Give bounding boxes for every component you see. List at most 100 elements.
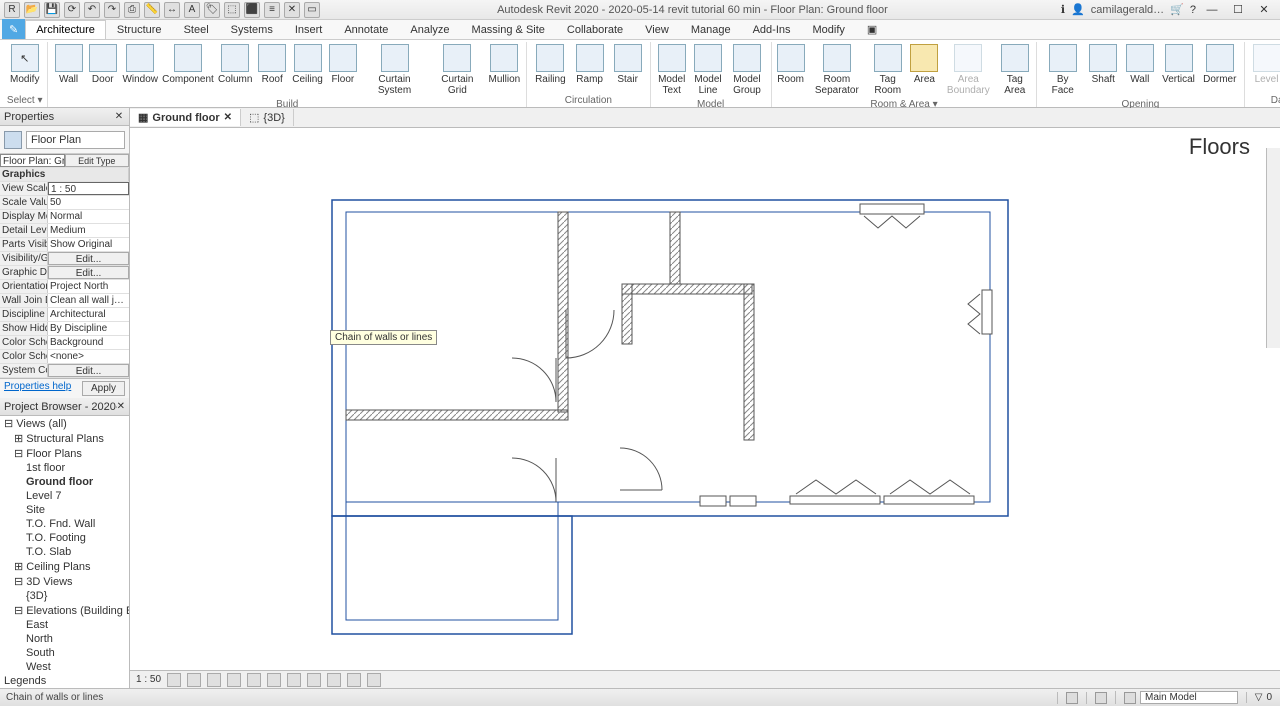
tab-massing-site[interactable]: Massing & Site (461, 20, 556, 39)
property-value[interactable]: Background (48, 336, 129, 349)
tab-annotate[interactable]: Annotate (333, 20, 399, 39)
modify-tool-tab[interactable]: ✎ (2, 19, 25, 39)
print-icon[interactable]: ⎙ (124, 2, 140, 18)
wall-button[interactable]: Wall (1123, 42, 1157, 98)
help-icon[interactable]: ? (1190, 4, 1196, 16)
property-value[interactable]: Edit... (48, 252, 129, 265)
open-icon[interactable]: 📂 (24, 2, 40, 18)
properties-help-link[interactable]: Properties help (4, 381, 71, 396)
property-value[interactable]: 50 (48, 196, 129, 209)
tab-steel[interactable]: Steel (173, 20, 220, 39)
doc-tab-close-icon[interactable]: ✕ (224, 112, 232, 123)
info-icon[interactable]: ℹ (1061, 3, 1065, 16)
tree-item[interactable]: Level 7 (0, 489, 129, 503)
save-icon[interactable]: 💾 (44, 2, 60, 18)
railing-button[interactable]: Railing (531, 42, 570, 94)
property-value[interactable]: <none> (48, 350, 129, 363)
vertical-button[interactable]: Vertical (1159, 42, 1198, 98)
property-value[interactable]: Edit... (48, 364, 129, 377)
window-button[interactable]: Window (121, 42, 160, 98)
tab-analyze[interactable]: Analyze (399, 20, 460, 39)
floor-button[interactable]: Floor (327, 42, 359, 98)
drawing-canvas[interactable]: Floors (130, 128, 1280, 670)
ceiling-button[interactable]: Ceiling (290, 42, 324, 98)
tree-item[interactable]: 1st floor (0, 461, 129, 475)
model-line-button[interactable]: Model Line (691, 42, 726, 98)
graphics-section[interactable]: Graphics (0, 168, 129, 182)
ramp-button[interactable]: Ramp (572, 42, 608, 94)
measure-icon[interactable]: 📏 (144, 2, 160, 18)
tag-room-button[interactable]: Tag Room (868, 42, 907, 98)
tree-item[interactable]: ⊟ Views (all) (0, 416, 129, 431)
sun-path-icon[interactable] (207, 673, 221, 687)
curtain-system-button[interactable]: Curtain System (361, 42, 428, 98)
crop-region-icon[interactable] (287, 673, 301, 687)
type-selector-value[interactable]: Floor Plan (26, 131, 125, 149)
curtain-grid-button[interactable]: Curtain Grid (430, 42, 485, 98)
tree-item[interactable]: ⊟ Floor Plans (0, 446, 129, 461)
model-text-button[interactable]: Model Text (655, 42, 689, 98)
tree-item[interactable]: South (0, 646, 129, 660)
user-name[interactable]: camilagerald… (1091, 4, 1164, 16)
property-value[interactable]: 1 : 50 (48, 182, 129, 195)
stair-button[interactable]: Stair (610, 42, 646, 94)
tab-manage[interactable]: Manage (680, 20, 742, 39)
tag-area-button[interactable]: Tag Area (997, 42, 1032, 98)
sync-icon[interactable]: ⟳ (64, 2, 80, 18)
reveal-hidden-icon[interactable] (347, 673, 361, 687)
apply-button[interactable]: Apply (82, 381, 125, 396)
tree-item[interactable]: T.O. Fnd. Wall (0, 517, 129, 531)
temp-hide-icon[interactable] (327, 673, 341, 687)
tab-collaborate[interactable]: Collaborate (556, 20, 634, 39)
properties-close-icon[interactable]: ✕ (113, 111, 125, 123)
minimize-button[interactable]: — (1202, 2, 1222, 18)
undo-icon[interactable]: ↶ (84, 2, 100, 18)
detail-level-icon[interactable] (167, 673, 181, 687)
tree-item[interactable]: ⊟ Elevations (Building Elevation (0, 603, 129, 618)
browser-close-icon[interactable]: ✕ (117, 401, 125, 413)
modify-button[interactable]: ↖Modify (6, 42, 43, 94)
worksharing-icon[interactable] (367, 673, 381, 687)
tree-item[interactable]: East (0, 618, 129, 632)
navigation-bar[interactable] (1266, 148, 1280, 348)
user-icon[interactable]: 👤 (1071, 3, 1085, 16)
property-value[interactable]: Architectural (48, 308, 129, 321)
close-button[interactable]: ✕ (1254, 2, 1274, 18)
crop-view-icon[interactable] (267, 673, 281, 687)
dimension-icon[interactable]: ↔ (164, 2, 180, 18)
tree-item[interactable]: ⊞ Ceiling Plans (0, 559, 129, 574)
tag-icon[interactable]: 🏷 (204, 2, 220, 18)
tree-item[interactable]: ⊟ 3D Views (0, 574, 129, 589)
roof-button[interactable]: Roof (256, 42, 288, 98)
section-icon[interactable]: ⬛ (244, 2, 260, 18)
tree-item[interactable]: Legends (0, 674, 129, 688)
tab-structure[interactable]: Structure (106, 20, 173, 39)
tab-modify[interactable]: Modify (802, 20, 856, 39)
close-hidden-icon[interactable]: ✕ (284, 2, 300, 18)
tab-systems[interactable]: Systems (220, 20, 284, 39)
doc-tab-3d[interactable]: ⬚ {3D} (241, 109, 294, 126)
tab-view[interactable]: View (634, 20, 680, 39)
property-value[interactable]: By Discipline (48, 322, 129, 335)
tree-item[interactable]: T.O. Footing (0, 531, 129, 545)
app-menu-button[interactable]: R (4, 2, 20, 18)
tree-item[interactable]: North (0, 632, 129, 646)
mullion-button[interactable]: Mullion (487, 42, 522, 98)
status-design-options[interactable]: Main Model (1115, 691, 1246, 704)
shadows-icon[interactable] (227, 673, 241, 687)
project-browser-tree[interactable]: ⊟ Views (all)⊞ Structural Plans⊟ Floor P… (0, 416, 129, 688)
text-icon[interactable]: A (184, 2, 200, 18)
tree-item[interactable]: {3D} (0, 589, 129, 603)
shaft-button[interactable]: Shaft (1086, 42, 1120, 98)
cart-icon[interactable]: 🛒 (1170, 3, 1184, 16)
property-value[interactable]: Edit... (48, 266, 129, 279)
component-button[interactable]: Component (162, 42, 215, 98)
dormer-button[interactable]: Dormer (1200, 42, 1240, 98)
switch-windows-icon[interactable]: ▭ (304, 2, 320, 18)
tab-addins[interactable]: Add-Ins (742, 20, 802, 39)
maximize-button[interactable]: ☐ (1228, 2, 1248, 18)
tab-architecture[interactable]: Architecture (25, 20, 106, 39)
property-value[interactable]: Show Original (48, 238, 129, 251)
status-editable-only[interactable] (1086, 692, 1115, 704)
visual-style-icon[interactable] (187, 673, 201, 687)
